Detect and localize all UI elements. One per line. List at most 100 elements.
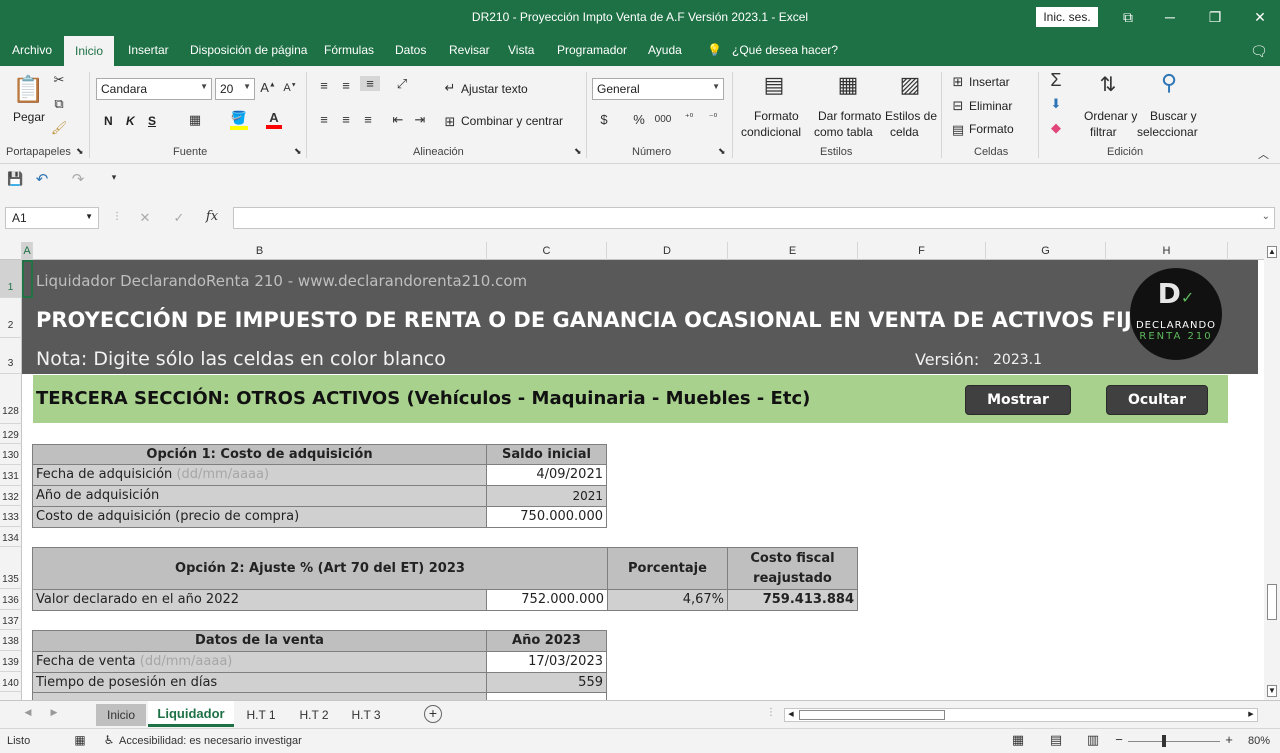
column-header-d[interactable]: D	[607, 242, 728, 260]
acquisition-date-input[interactable]: 4/09/2021	[486, 464, 607, 486]
row-header-129[interactable]: 129	[0, 424, 22, 444]
zoom-slider-handle[interactable]	[1162, 735, 1166, 747]
cell-styles-button-line1[interactable]: Estilos de	[885, 109, 937, 123]
font-grow-icon[interactable]: A▲	[260, 80, 276, 95]
orientation-icon[interactable]: ⤢	[392, 76, 412, 92]
column-header-f[interactable]: F	[858, 242, 986, 260]
row-header-1[interactable]: 1	[0, 260, 22, 298]
scroll-up-icon[interactable]: ▲	[1267, 246, 1277, 258]
row-header-128[interactable]: 128	[0, 374, 22, 424]
find-select-button-line2[interactable]: seleccionar	[1137, 125, 1198, 139]
row-header-131[interactable]: 131	[0, 465, 22, 486]
dialog-launcher-icon[interactable]: ⬊	[574, 146, 582, 157]
active-cell-a1[interactable]	[22, 260, 33, 298]
undo-icon[interactable]: ↶	[34, 170, 50, 188]
tab-archivo[interactable]: Archivo	[12, 43, 52, 57]
row-header-133[interactable]: 133	[0, 506, 22, 527]
show-button[interactable]: Mostrar	[965, 385, 1071, 415]
conditional-format-button-line1[interactable]: Formato	[754, 109, 799, 123]
delete-cells-button[interactable]: Eliminar	[969, 99, 1012, 113]
tell-me-search[interactable]: ¿Qué desea hacer?	[732, 43, 838, 57]
tab-insertar[interactable]: Insertar	[128, 43, 169, 57]
sheet-tab-ht3[interactable]: H.T 3	[341, 704, 391, 726]
split-handle-icon[interactable]: ⋮	[766, 707, 776, 718]
column-header-g[interactable]: G	[986, 242, 1106, 260]
page-break-icon[interactable]: ▥	[1085, 732, 1101, 748]
underline-button[interactable]: S	[148, 114, 156, 128]
align-bottom-icon[interactable]: ≡	[360, 76, 380, 91]
column-header-b[interactable]: B	[33, 242, 487, 260]
collapse-ribbon-icon[interactable]: ︿	[1258, 146, 1269, 162]
scroll-right-icon[interactable]: ▶	[1245, 709, 1257, 721]
tab-ayuda[interactable]: Ayuda	[648, 43, 682, 57]
increase-decimal-icon[interactable]: ⁺⁰	[680, 112, 698, 123]
row-header-3[interactable]: 3	[0, 338, 22, 374]
align-top-icon[interactable]: ≡	[316, 78, 332, 93]
align-left-icon[interactable]: ≡	[316, 112, 332, 127]
worksheet-grid[interactable]: A B C D E F G H 1 2 3 128 129 130 131 13…	[0, 242, 1264, 700]
sign-in-button[interactable]: Inic. ses.	[1036, 7, 1098, 27]
paste-icon[interactable]: 📋	[12, 74, 44, 108]
row-header-134[interactable]: 134	[0, 527, 22, 547]
acquisition-cost-input[interactable]: 750.000.000	[486, 506, 607, 528]
merge-center-button[interactable]: Combinar y centrar	[461, 114, 563, 128]
column-header-h[interactable]: H	[1106, 242, 1228, 260]
zoom-in-icon[interactable]: +	[1224, 732, 1234, 747]
page-layout-icon[interactable]: ▤	[1048, 732, 1064, 748]
row-header-141[interactable]	[0, 692, 22, 700]
add-sheet-icon[interactable]: +	[424, 705, 442, 723]
sheet-tab-ht2[interactable]: H.T 2	[289, 704, 339, 726]
tab-datos[interactable]: Datos	[395, 43, 426, 57]
column-header-a[interactable]: A	[22, 242, 33, 260]
scroll-thumb[interactable]	[1267, 584, 1277, 620]
font-color-icon[interactable]: A	[266, 110, 282, 129]
sheet-tab-liquidador[interactable]: Liquidador	[148, 701, 234, 727]
autosum-icon[interactable]: Σ	[1047, 70, 1065, 91]
row-header-138[interactable]: 138	[0, 630, 22, 651]
align-center-icon[interactable]: ≡	[338, 112, 354, 127]
font-size-select[interactable]: 20 ▼	[215, 78, 255, 100]
comments-icon[interactable]: 🗨	[1250, 43, 1268, 60]
fill-color-icon[interactable]: 🪣	[230, 110, 248, 130]
save-icon[interactable]: 💾	[7, 171, 23, 187]
dialog-launcher-icon[interactable]: ⬊	[718, 146, 726, 157]
tab-vista[interactable]: Vista	[508, 43, 534, 57]
tab-revisar[interactable]: Revisar	[449, 43, 490, 57]
table-row-partial-input[interactable]	[486, 692, 607, 700]
tab-disposicion[interactable]: Disposición de página	[190, 43, 307, 57]
vertical-scrollbar[interactable]: ▲ ▼	[1264, 242, 1280, 700]
hscroll-thumb[interactable]	[799, 710, 945, 720]
row-header-2[interactable]: 2	[0, 298, 22, 338]
bold-button[interactable]: N	[104, 114, 113, 128]
align-right-icon[interactable]: ≡	[360, 112, 376, 127]
enter-icon[interactable]: ✓	[172, 210, 186, 226]
wrap-text-button[interactable]: Ajustar texto	[461, 82, 528, 96]
accessibility-icon[interactable]: ♿	[102, 733, 116, 747]
format-table-button-line1[interactable]: Dar formato	[818, 109, 881, 123]
sheet-tab-inicio[interactable]: Inicio	[96, 704, 146, 726]
accessibility-status[interactable]: Accesibilidad: es necesario investigar	[119, 735, 302, 747]
scroll-down-icon[interactable]: ▼	[1267, 685, 1277, 697]
copy-icon[interactable]: ⧉	[50, 96, 68, 112]
redo-icon[interactable]: ↷	[70, 170, 86, 188]
name-box[interactable]: A1 ▼	[5, 207, 99, 229]
font-shrink-icon[interactable]: A▼	[283, 82, 297, 94]
decrease-indent-icon[interactable]: ⇤	[390, 112, 406, 128]
thousands-icon[interactable]: 000	[654, 114, 672, 125]
insert-cells-button[interactable]: Insertar	[969, 75, 1010, 89]
dialog-launcher-icon[interactable]: ⬊	[76, 146, 84, 157]
format-painter-icon[interactable]: 🖌	[50, 120, 68, 136]
increase-indent-icon[interactable]: ⇥	[412, 112, 428, 128]
conditional-format-button-line2[interactable]: condicional	[741, 125, 801, 139]
cell-styles-button-line2[interactable]: celda	[890, 125, 919, 139]
insert-function-icon[interactable]: fx	[204, 209, 220, 224]
align-middle-icon[interactable]: ≡	[338, 78, 354, 93]
row-header-135[interactable]: 135	[0, 547, 22, 589]
close-icon[interactable]: ✕	[1245, 6, 1275, 28]
decrease-decimal-icon[interactable]: ⁻⁰	[704, 112, 722, 123]
currency-icon[interactable]: $	[598, 112, 610, 127]
hide-button[interactable]: Ocultar	[1106, 385, 1208, 415]
next-sheet-icon[interactable]: ▶	[48, 707, 60, 718]
zoom-slider[interactable]	[1128, 741, 1220, 742]
ribbon-display-icon[interactable]: ⧉	[1113, 6, 1143, 28]
